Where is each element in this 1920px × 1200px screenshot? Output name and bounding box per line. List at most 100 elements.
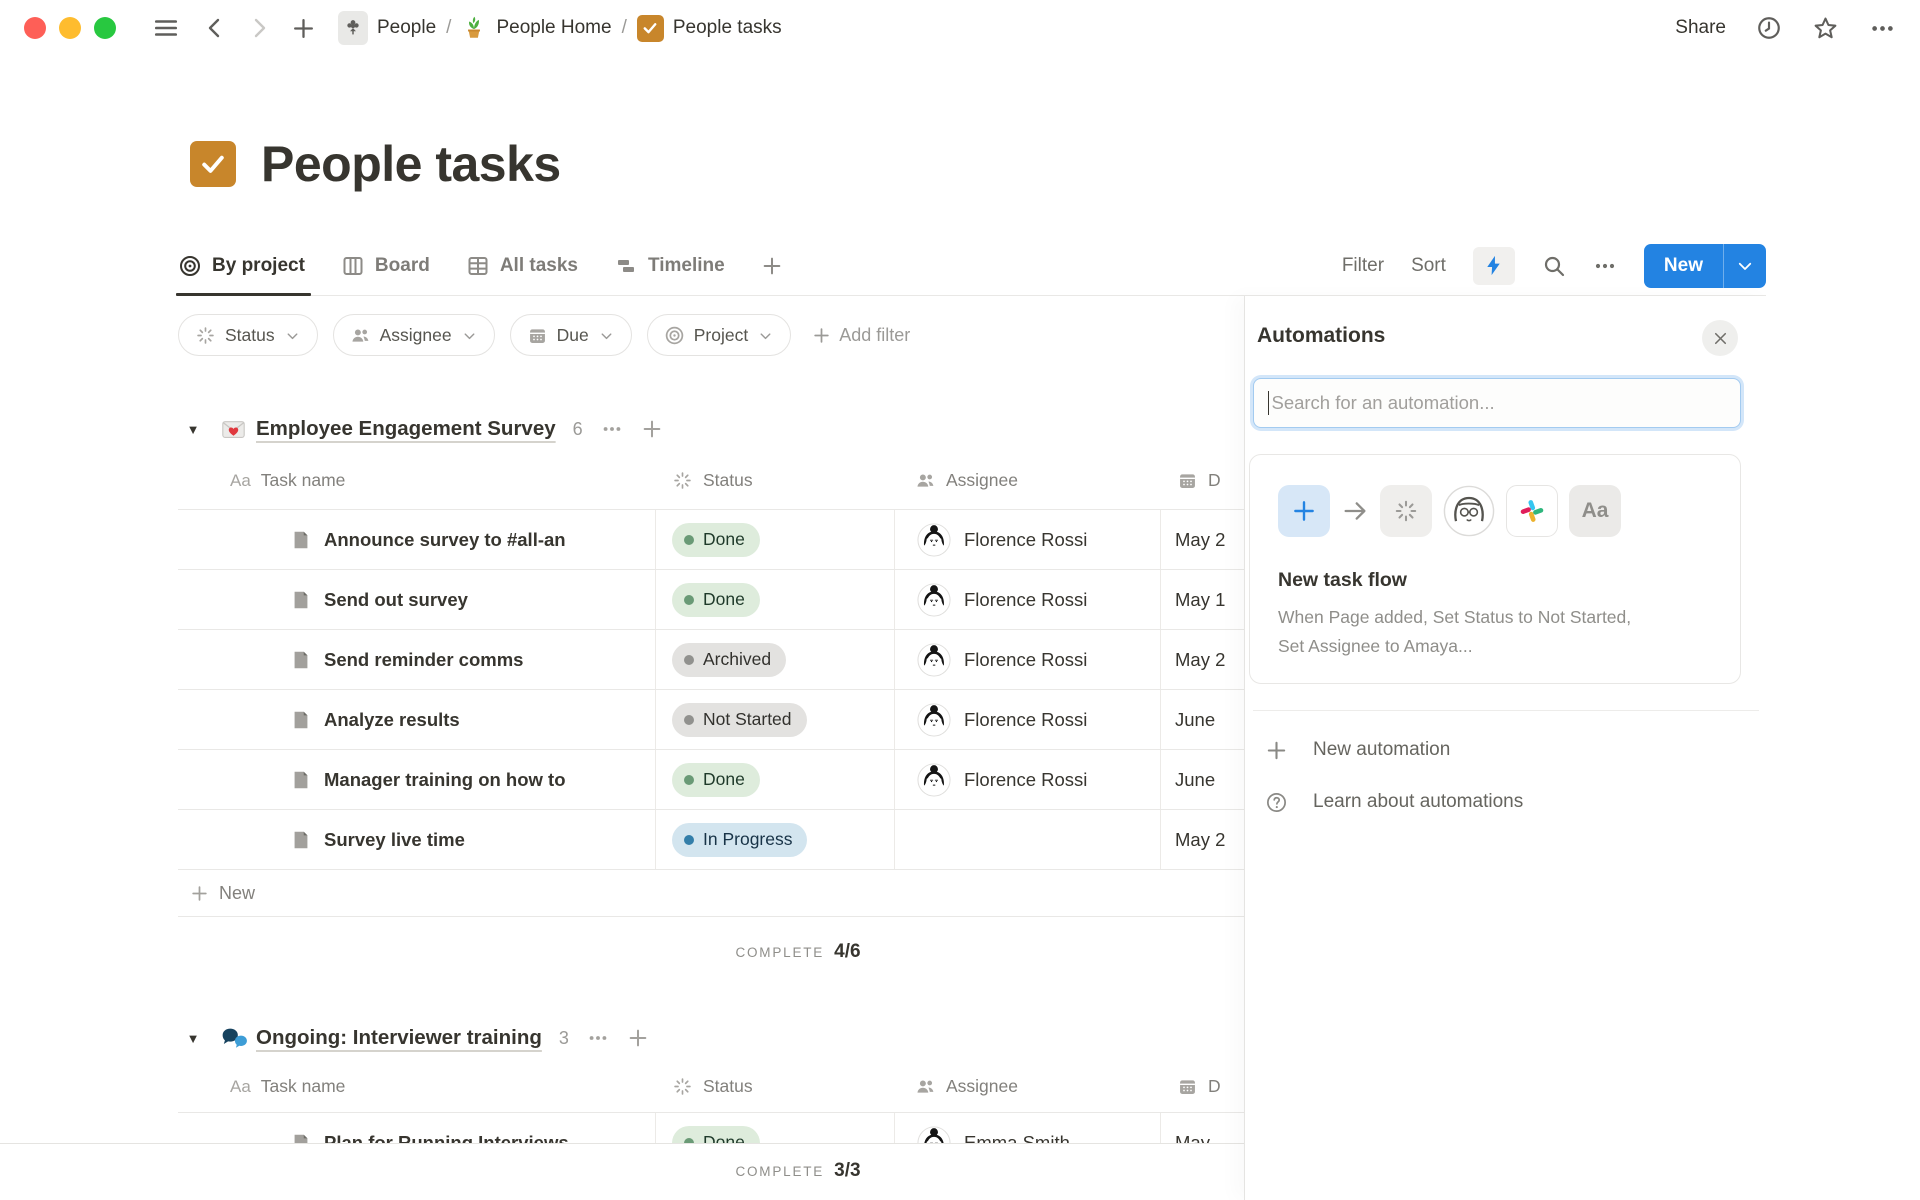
column-header-status[interactable]: Status: [703, 1076, 753, 1097]
status-badge[interactable]: Done: [672, 583, 760, 617]
group-title[interactable]: Employee Engagement Survey: [256, 417, 556, 441]
tab-all-tasks[interactable]: All tasks: [466, 236, 578, 295]
view-controls: Filter Sort New: [1342, 236, 1766, 295]
breadcrumb-item-people[interactable]: People: [338, 11, 436, 45]
status-dot-icon: [684, 655, 694, 665]
traffic-light-minimize[interactable]: [59, 17, 81, 39]
favorite-star-icon[interactable]: [1812, 15, 1839, 42]
text-property-icon: Aa: [230, 471, 251, 491]
automation-search-input[interactable]: [1271, 392, 1726, 414]
group-count: 3: [559, 1028, 569, 1049]
column-header-task[interactable]: Task name: [261, 470, 346, 491]
close-icon[interactable]: [1702, 320, 1738, 356]
table-row[interactable]: Manager training on how to Done Florence…: [178, 750, 1246, 810]
group-add-icon[interactable]: [627, 1027, 649, 1049]
tab-label: Timeline: [648, 255, 725, 277]
filter-chip-project[interactable]: Project: [647, 314, 791, 356]
group-add-icon[interactable]: [641, 418, 663, 440]
column-header-due[interactable]: D: [1208, 1076, 1221, 1097]
new-row-button[interactable]: New: [178, 870, 1246, 917]
table-row[interactable]: Send reminder comms Archived Florence Ro…: [178, 630, 1246, 690]
text-property-icon: Aa: [1569, 485, 1621, 537]
group-more-icon[interactable]: [587, 1027, 609, 1049]
new-automation-button[interactable]: New automation: [1245, 726, 1759, 774]
automation-card-icons: Aa: [1278, 485, 1621, 537]
group-footer-sticky: COMPLETE3/3: [0, 1143, 1244, 1200]
column-header-assignee[interactable]: Assignee: [946, 470, 1018, 491]
slack-icon: [1506, 485, 1558, 537]
filter-chip-status[interactable]: Status: [178, 314, 318, 356]
chip-label: Status: [225, 325, 275, 346]
status-badge[interactable]: Archived: [672, 643, 786, 677]
filter-chip-due[interactable]: Due: [510, 314, 632, 356]
column-header-assignee[interactable]: Assignee: [946, 1076, 1018, 1097]
new-page-icon[interactable]: [291, 16, 316, 41]
assignee-avatar: [917, 583, 951, 617]
sidebar-toggle-icon[interactable]: [153, 15, 179, 41]
automation-search[interactable]: [1253, 378, 1741, 428]
table-row[interactable]: Analyze results Not Started Florence Ros…: [178, 690, 1246, 750]
table-row[interactable]: Survey live time In Progress May 2: [178, 810, 1246, 870]
task-name[interactable]: Manager training on how to: [324, 769, 566, 791]
breadcrumb-label: People Home: [496, 17, 611, 39]
automations-title: Automations: [1257, 324, 1385, 348]
filter-button[interactable]: Filter: [1342, 255, 1384, 277]
chip-label: Assignee: [380, 325, 452, 346]
add-view-icon[interactable]: [761, 236, 783, 295]
search-icon[interactable]: [1542, 254, 1566, 278]
group-more-icon[interactable]: [601, 418, 623, 440]
sort-button[interactable]: Sort: [1411, 255, 1446, 277]
traffic-light-zoom[interactable]: [94, 17, 116, 39]
tab-timeline[interactable]: Timeline: [614, 236, 725, 295]
more-options-icon[interactable]: [1869, 15, 1896, 42]
page-title: People tasks: [261, 135, 561, 193]
table-row[interactable]: Announce survey to #all-an Done Florence…: [178, 510, 1246, 570]
tab-by-project[interactable]: By project: [178, 236, 305, 295]
task-name[interactable]: Analyze results: [324, 709, 460, 731]
column-header-status[interactable]: Status: [703, 470, 753, 491]
status-badge[interactable]: Done: [672, 523, 760, 557]
automations-bolt-icon[interactable]: [1473, 247, 1515, 285]
automation-card[interactable]: Aa New task flow When Page added, Set St…: [1249, 454, 1741, 684]
task-name[interactable]: Announce survey to #all-an: [324, 529, 566, 551]
status-badge[interactable]: In Progress: [672, 823, 807, 857]
traffic-light-close[interactable]: [24, 17, 46, 39]
new-button-caret-icon[interactable]: [1724, 244, 1766, 288]
status-badge[interactable]: Not Started: [672, 703, 807, 737]
view-more-icon[interactable]: [1593, 254, 1617, 278]
history-clock-icon[interactable]: [1756, 15, 1782, 41]
speech-bubbles-emoji: [216, 1024, 250, 1053]
add-filter-button[interactable]: Add filter: [812, 325, 910, 346]
tab-board[interactable]: Board: [341, 236, 430, 295]
column-header-task[interactable]: Task name: [261, 1076, 346, 1097]
automation-card-title: New task flow: [1278, 569, 1407, 592]
table-row[interactable]: Send out survey Done Florence Rossi May …: [178, 570, 1246, 630]
breadcrumb-item-people-tasks[interactable]: People tasks: [637, 15, 782, 42]
due-date: May 2: [1161, 649, 1225, 671]
collapse-triangle-icon[interactable]: ▼: [178, 422, 208, 437]
task-name[interactable]: Survey live time: [324, 829, 465, 851]
learn-about-automations-link[interactable]: Learn about automations: [1245, 778, 1759, 826]
share-button[interactable]: Share: [1675, 17, 1726, 39]
assignee-avatar: [917, 703, 951, 737]
assignee-name: Florence Rossi: [964, 649, 1087, 671]
text-property-icon: Aa: [230, 1077, 251, 1097]
assignee-name: Florence Rossi: [964, 769, 1087, 791]
new-button[interactable]: New: [1644, 244, 1766, 288]
collapse-triangle-icon[interactable]: ▼: [178, 1031, 208, 1046]
group-header: ▼ Employee Engagement Survey 6: [178, 406, 1246, 452]
chip-label: Project: [694, 325, 748, 346]
breadcrumb-item-people-home[interactable]: People Home: [461, 15, 611, 41]
orange-checkbox-icon: [637, 15, 664, 42]
nav-back-icon[interactable]: [203, 16, 227, 40]
filter-chip-assignee[interactable]: Assignee: [333, 314, 495, 356]
group-title[interactable]: Ongoing: Interviewer training: [256, 1026, 542, 1050]
table-header-row: Aa Task name Status Assignee D: [178, 452, 1246, 510]
text-cursor: [1268, 391, 1269, 415]
task-name[interactable]: Send out survey: [324, 589, 468, 611]
task-name[interactable]: Send reminder comms: [324, 649, 523, 671]
status-badge[interactable]: Done: [672, 763, 760, 797]
column-header-due[interactable]: D: [1208, 470, 1221, 491]
status-dot-icon: [684, 535, 694, 545]
nav-forward-icon[interactable]: [247, 16, 271, 40]
